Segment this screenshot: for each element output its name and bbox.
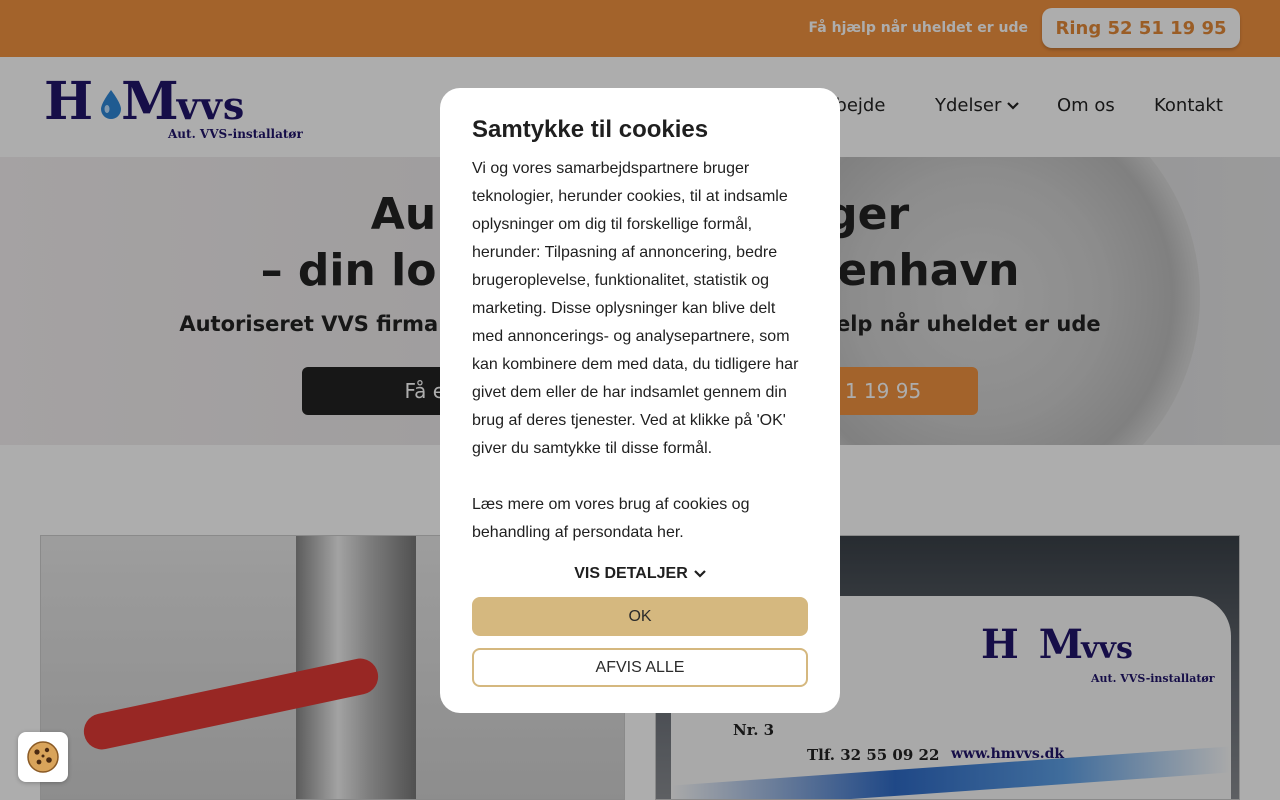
cookie-dialog-title: Samtykke til cookies — [472, 116, 709, 143]
cookie-settings-button[interactable] — [18, 732, 68, 782]
reject-all-button[interactable]: AFVIS ALLE — [472, 648, 808, 687]
cookie-dialog-body: Vi og vores samarbejdspartnere bruger te… — [472, 155, 808, 547]
cookie-consent-dialog: Samtykke til cookies Vi og vores samarbe… — [440, 88, 840, 713]
ok-button[interactable]: OK — [472, 597, 808, 636]
show-details-label: VIS DETALJER — [574, 565, 688, 582]
cookie-dialog-paragraph[interactable]: Læs mere om vores brug af cookies og beh… — [472, 491, 808, 547]
cookie-icon — [27, 741, 59, 773]
chevron-down-icon — [693, 570, 706, 578]
cookie-dialog-paragraph: Vi og vores samarbejdspartnere bruger te… — [472, 160, 799, 457]
show-details-toggle[interactable]: VIS DETALJER — [472, 565, 808, 583]
